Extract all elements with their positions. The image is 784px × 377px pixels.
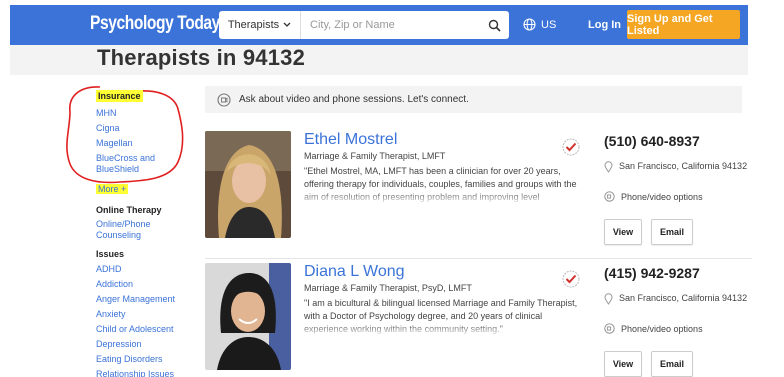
banner-text: Ask about video and phone sessions. Let'… [239, 94, 469, 105]
therapist-photo[interactable] [205, 131, 291, 238]
country-label: US [541, 18, 557, 31]
phone-video-text: Phone/video options [621, 191, 703, 202]
therapist-location: San Francisco, California 94132 [604, 161, 754, 173]
video-sessions-banner: Ask about video and phone sessions. Let'… [205, 86, 742, 113]
sidebar-item-adhd[interactable]: ADHD [96, 264, 196, 275]
quote-fade [304, 191, 586, 205]
therapist-name[interactable]: Diana L Wong [304, 263, 405, 281]
chat-video-icon [604, 323, 615, 334]
sidebar-item-anger-management[interactable]: Anger Management [96, 294, 196, 305]
therapist-card: Diana L Wong Marriage & Family Therapist… [205, 258, 754, 377]
quote-fade [304, 323, 586, 337]
search-icon [488, 19, 501, 32]
therapist-card: Ethel Mostrel Marriage & Family Therapis… [205, 127, 752, 245]
verified-badge-icon [562, 138, 580, 156]
sidebar-item-eating-disorders[interactable]: Eating Disorders [96, 354, 196, 365]
sidebar-item-bluecross[interactable]: BlueCross and BlueShield [96, 153, 166, 175]
view-button[interactable]: View [604, 219, 642, 245]
phone-video-options: Phone/video options [604, 191, 703, 202]
email-button[interactable]: Email [651, 219, 693, 245]
page: Psychology Today Therapists US Log In Si… [0, 0, 784, 377]
page-title: Therapists in 94132 [97, 45, 306, 70]
insurance-heading: Insurance [96, 90, 143, 102]
location-text: San Francisco, California 94132 [619, 293, 748, 303]
therapist-name[interactable]: Ethel Mostrel [304, 131, 397, 149]
sidebar-item-anxiety[interactable]: Anxiety [96, 309, 196, 320]
chevron-down-icon [283, 22, 291, 27]
sidebar-item-depression[interactable]: Depression [96, 339, 196, 350]
search-button[interactable] [479, 11, 509, 39]
chat-video-icon [604, 191, 615, 202]
therapist-photo[interactable] [205, 263, 291, 370]
sidebar-item-addiction[interactable]: Addiction [96, 279, 196, 290]
chat-video-icon [217, 92, 231, 107]
search-bar: Therapists [219, 11, 509, 39]
globe-icon [523, 18, 536, 31]
location-pin-icon [604, 161, 613, 173]
phone-video-text: Phone/video options [621, 323, 703, 334]
therapist-title: Marriage & Family Therapist, PsyD, LMFT [304, 283, 472, 293]
therapist-phone[interactable]: (415) 942-9287 [604, 265, 700, 281]
search-type-dropdown[interactable]: Therapists [219, 11, 301, 39]
sidebar: Insurance MHN Cigna Magellan BlueCross a… [96, 86, 196, 377]
online-therapy-heading: Online Therapy [96, 205, 162, 215]
phone-video-options: Phone/video options [604, 323, 703, 334]
login-link[interactable]: Log In [588, 19, 621, 31]
signup-button[interactable]: Sign Up and Get Listed [627, 10, 740, 39]
issues-heading: Issues [96, 249, 125, 259]
sidebar-item-relationship-issues[interactable]: Relationship Issues [96, 369, 196, 377]
location-pin-icon [604, 293, 613, 305]
sidebar-item-cigna[interactable]: Cigna [96, 123, 196, 134]
sidebar-item-magellan[interactable]: Magellan [96, 138, 196, 149]
therapist-location: San Francisco, California 94132 [604, 293, 754, 305]
logo[interactable]: Psychology Today [90, 13, 220, 35]
insurance-more-link[interactable]: More + [96, 184, 129, 194]
search-input[interactable] [301, 19, 479, 31]
top-bar: Psychology Today Therapists US Log In Si… [0, 0, 784, 48]
country-selector[interactable]: US [523, 18, 556, 31]
verified-badge-icon [562, 270, 580, 288]
sidebar-item-online-counseling[interactable]: Online/Phone Counseling [96, 219, 166, 241]
therapist-phone[interactable]: (510) 640-8937 [604, 133, 700, 149]
view-button[interactable]: View [604, 351, 642, 377]
location-text: San Francisco, California 94132 [619, 161, 748, 171]
sidebar-item-mhn[interactable]: MHN [96, 108, 196, 119]
search-type-label: Therapists [227, 19, 280, 31]
sidebar-item-child-adolescent[interactable]: Child or Adolescent [96, 324, 196, 335]
email-button[interactable]: Email [651, 351, 693, 377]
therapist-title: Marriage & Family Therapist, LMFT [304, 151, 446, 161]
